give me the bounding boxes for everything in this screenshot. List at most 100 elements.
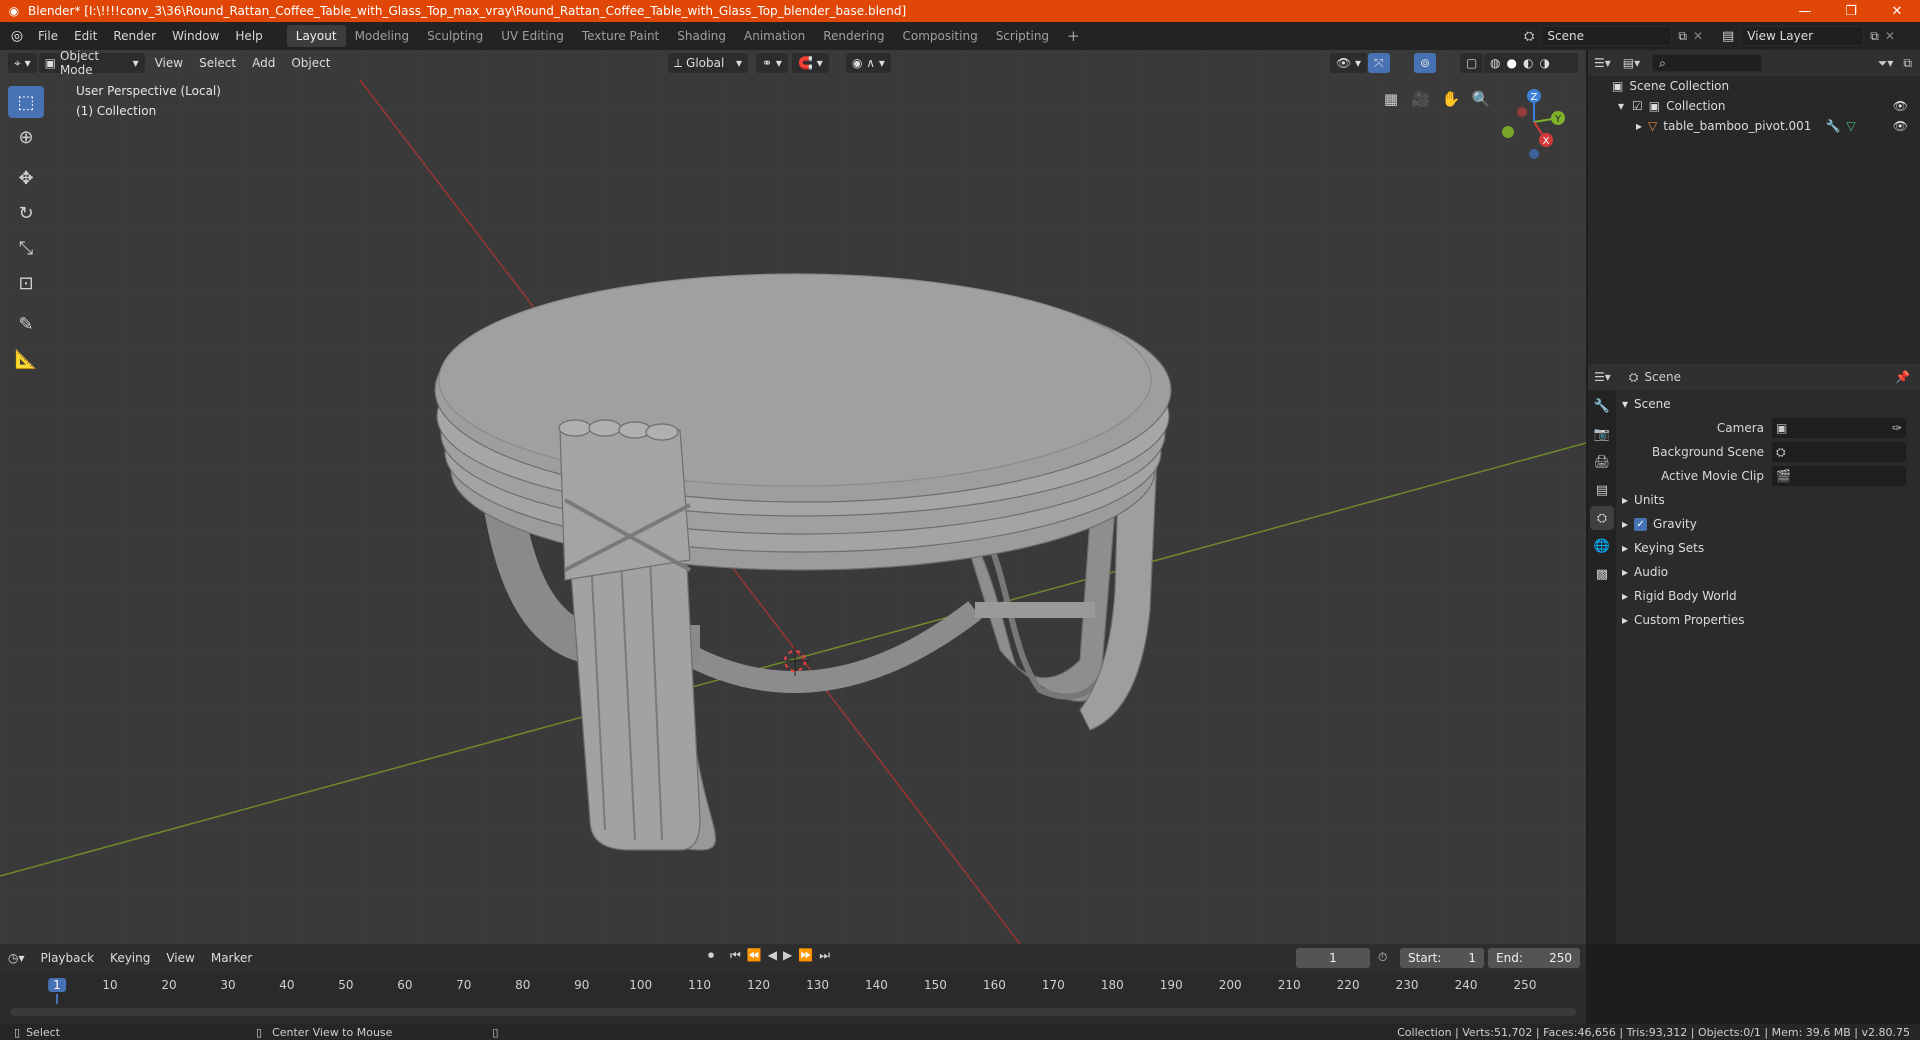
menu-view[interactable]: View [147, 53, 191, 73]
jump-end-icon[interactable]: ⏭ [819, 948, 830, 963]
outliner-search-input[interactable]: ⌕ [1652, 54, 1763, 72]
scene-new-icon[interactable]: ⧉ [1678, 29, 1687, 44]
tool-tab-icon[interactable]: 🔧 [1590, 394, 1614, 418]
tab-scripting[interactable]: Scripting [987, 25, 1058, 47]
tab-modeling[interactable]: Modeling [346, 25, 419, 47]
object-mode-dropdown[interactable]: ▣ Object Mode ▾ [38, 49, 145, 77]
scene-panel-header[interactable]: ▾ Scene [1622, 392, 1916, 416]
camera-view-icon[interactable]: 🎥 [1408, 86, 1434, 112]
menu-playback[interactable]: Playback [33, 951, 103, 965]
properties-editor-type-icon[interactable]: ☰▾ [1594, 370, 1611, 384]
new-collection-icon[interactable]: ⧉ [1903, 56, 1912, 71]
custom-properties-panel-header[interactable]: ▸ Custom Properties [1622, 608, 1916, 632]
texture-tab-icon[interactable]: ▩ [1590, 562, 1614, 586]
gravity-checkbox[interactable]: ✓ [1634, 517, 1648, 531]
prev-keyframe-icon[interactable]: ⏪ [747, 948, 762, 963]
expand-arrow-icon[interactable]: ▸ [1636, 119, 1642, 133]
timeline-scrollbar[interactable] [10, 1008, 1576, 1016]
collection-checkbox[interactable]: ☑ [1632, 99, 1643, 113]
material-shading-icon[interactable]: ◐ [1523, 56, 1533, 70]
menu-keying[interactable]: Keying [102, 951, 158, 965]
select-box-tool[interactable]: ⬚ [8, 86, 44, 118]
tab-animation[interactable]: Animation [735, 25, 814, 47]
play-reverse-icon[interactable]: ◀ [768, 948, 777, 963]
view-layer-remove-icon[interactable]: ✕ [1885, 29, 1895, 43]
tab-uv-editing[interactable]: UV Editing [492, 25, 573, 47]
units-panel-header[interactable]: ▸ Units [1622, 488, 1916, 512]
pin-icon[interactable]: 📌 [1895, 370, 1910, 384]
tab-layout[interactable]: Layout [286, 25, 346, 47]
solid-shading-icon[interactable]: ● [1506, 56, 1516, 70]
rotate-tool[interactable]: ↻ [8, 197, 44, 229]
scene-remove-icon[interactable]: ✕ [1693, 29, 1703, 43]
world-tab-icon[interactable]: 🌐 [1590, 534, 1614, 558]
next-keyframe-icon[interactable]: ⏩ [798, 948, 813, 963]
outliner-row-object[interactable]: ▸ ▽ table_bamboo_pivot.001 🔧 ▽ 👁 [1588, 116, 1920, 136]
shading-mode-buttons[interactable]: ◍ ● ◐ ◑ [1484, 53, 1578, 73]
expand-arrow-icon[interactable]: ▾ [1618, 99, 1624, 113]
menu-help[interactable]: Help [227, 25, 270, 47]
toggle-camera-grid-icon[interactable]: ▦ [1378, 86, 1404, 112]
visibility-eye-icon[interactable]: 👁 [1893, 119, 1908, 133]
pivot-point-button[interactable]: ⚭ ▾ [756, 53, 788, 73]
start-frame-field[interactable]: Start: 1 [1400, 948, 1484, 968]
measure-tool[interactable]: 📐 [8, 343, 44, 375]
scene-field[interactable]: Scene [1540, 26, 1673, 46]
tab-compositing[interactable]: Compositing [893, 25, 986, 47]
editor-type-button[interactable]: ⌖ ▾ [8, 53, 37, 73]
rigid-body-world-panel-header[interactable]: ▸ Rigid Body World [1622, 584, 1916, 608]
gizmo-toggle-button[interactable]: ⤧ [1368, 53, 1390, 73]
pan-hand-icon[interactable]: ✋ [1438, 86, 1464, 112]
maximize-button[interactable]: ❐ [1828, 0, 1874, 22]
axis-gizmo[interactable]: Z Y X [1486, 84, 1570, 164]
timeline-ruler[interactable]: 1 10 20 30 40 50 60 70 80 90 100 110 120 130 140 150 160… [0, 972, 1586, 1004]
jump-start-icon[interactable]: ⏮ [730, 948, 741, 963]
visibility-button[interactable]: 👁 ▾ [1330, 53, 1368, 73]
gravity-panel-header[interactable]: ▸ ✓ Gravity [1622, 512, 1916, 536]
proportional-edit-button[interactable]: ◉ ∧ ▾ [846, 53, 891, 73]
overlay-toggle-button[interactable]: ⊚ [1414, 53, 1437, 73]
outliner-editor-type-icon[interactable]: ☰▾ [1594, 56, 1611, 70]
render-tab-icon[interactable]: 📷 [1590, 422, 1614, 446]
playhead[interactable] [56, 994, 58, 1004]
add-workspace-button[interactable]: + [1058, 25, 1089, 47]
filter-icon[interactable]: ⏷▾ [1878, 56, 1894, 71]
3d-viewport[interactable] [0, 50, 1586, 944]
play-icon[interactable]: ▶ [783, 948, 792, 963]
menu-edit[interactable]: Edit [66, 25, 105, 47]
tab-shading[interactable]: Shading [668, 25, 735, 47]
xray-toggle-button[interactable]: ▢ [1460, 53, 1484, 73]
scene-tab-icon[interactable]: ⛭ [1590, 506, 1614, 530]
eyedropper-icon[interactable]: ✑ [1892, 421, 1902, 435]
menu-file[interactable]: File [30, 25, 66, 47]
visibility-eye-icon[interactable]: 👁 [1893, 99, 1908, 113]
snap-button[interactable]: 🧲 ▾ [792, 53, 829, 73]
timeline-editor-type-icon[interactable]: ◷▾ [0, 951, 33, 965]
tab-texture-paint[interactable]: Texture Paint [573, 25, 668, 47]
outliner-row-collection[interactable]: ▾ ☑ ▣ Collection 👁 [1588, 96, 1920, 116]
cursor-tool[interactable]: ⊕ [8, 121, 44, 153]
view-layer-new-icon[interactable]: ⧉ [1870, 29, 1879, 44]
menu-object[interactable]: Object [283, 53, 338, 73]
keying-sets-panel-header[interactable]: ▸ Keying Sets [1622, 536, 1916, 560]
tab-rendering[interactable]: Rendering [814, 25, 893, 47]
active-movie-clip-field[interactable]: 🎬 [1772, 466, 1906, 486]
menu-select[interactable]: Select [191, 53, 244, 73]
audio-panel-header[interactable]: ▸ Audio [1622, 560, 1916, 584]
minimize-button[interactable]: — [1782, 0, 1828, 22]
mesh-data-icon[interactable]: ▽ [1846, 119, 1855, 133]
move-tool[interactable]: ✥ [8, 162, 44, 194]
close-button[interactable]: ✕ [1874, 0, 1920, 22]
rendered-shading-icon[interactable]: ◑ [1539, 56, 1549, 70]
display-mode-icon[interactable]: ▤▾ [1623, 56, 1640, 70]
outliner-row-scene-collection[interactable]: ▣ Scene Collection [1588, 76, 1920, 96]
output-tab-icon[interactable]: 🖨 [1590, 450, 1614, 474]
blender-logo-icon[interactable]: ◎ [4, 25, 30, 47]
view-layer-field[interactable]: View Layer [1740, 26, 1865, 46]
transform-orientation-dropdown[interactable]: ⟂ Global ▾ [668, 53, 748, 73]
menu-window[interactable]: Window [164, 25, 227, 47]
modifier-wrench-icon[interactable]: 🔧 [1825, 119, 1840, 133]
annotate-tool[interactable]: ✎ [8, 308, 44, 340]
menu-timeline-view[interactable]: View [158, 951, 202, 965]
menu-marker[interactable]: Marker [203, 951, 260, 965]
